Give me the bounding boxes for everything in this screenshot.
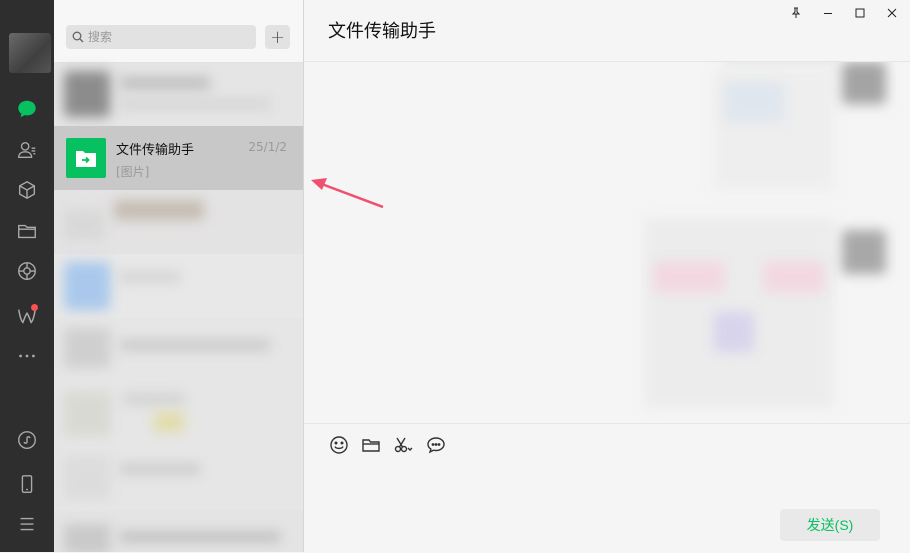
chat-list-panel: + 文件传输助手 25/1/2 [图片] bbox=[54, 0, 304, 552]
more-icon[interactable] bbox=[14, 343, 40, 369]
mini-program-icon[interactable] bbox=[14, 427, 40, 453]
notification-dot bbox=[31, 304, 38, 311]
chat-window: 文件传输助手 发送(S) bbox=[304, 0, 910, 553]
message-area[interactable] bbox=[304, 62, 910, 422]
search-bar: + bbox=[54, 0, 303, 63]
menu-icon[interactable] bbox=[14, 511, 40, 537]
list-item[interactable] bbox=[54, 510, 303, 552]
close-icon[interactable] bbox=[882, 4, 902, 22]
screenshot-icon[interactable] bbox=[392, 434, 414, 456]
contacts-icon[interactable] bbox=[14, 137, 40, 163]
weixin-icon[interactable] bbox=[14, 303, 40, 329]
sidebar bbox=[0, 0, 54, 552]
search-icon bbox=[72, 31, 84, 43]
chat-item-date: 25/1/2 bbox=[248, 140, 287, 154]
file-transfer-icon bbox=[66, 138, 106, 178]
list-item[interactable] bbox=[54, 190, 303, 254]
emoji-icon[interactable] bbox=[328, 434, 350, 456]
search-box[interactable] bbox=[66, 25, 256, 49]
add-button[interactable]: + bbox=[265, 25, 290, 49]
chat-history-icon[interactable] bbox=[425, 434, 447, 456]
chat-item-file-helper[interactable]: 文件传输助手 25/1/2 [图片] bbox=[54, 126, 303, 190]
chat-title: 文件传输助手 bbox=[328, 21, 436, 42]
list-item[interactable] bbox=[54, 446, 303, 510]
search-input[interactable] bbox=[88, 25, 248, 49]
phone-icon[interactable] bbox=[14, 471, 40, 497]
maximize-icon[interactable] bbox=[850, 4, 870, 22]
folder-icon[interactable] bbox=[360, 434, 382, 456]
files-icon[interactable] bbox=[14, 218, 40, 244]
favorites-icon[interactable] bbox=[14, 177, 40, 203]
list-item[interactable] bbox=[54, 63, 303, 127]
moments-icon[interactable] bbox=[14, 258, 40, 284]
input-area[interactable]: 发送(S) bbox=[304, 423, 910, 553]
list-item[interactable] bbox=[54, 254, 303, 318]
send-button[interactable]: 发送(S) bbox=[780, 509, 880, 541]
avatar[interactable] bbox=[9, 33, 51, 73]
list-item[interactable] bbox=[54, 382, 303, 446]
list-item[interactable] bbox=[54, 318, 303, 382]
pin-icon[interactable] bbox=[786, 4, 806, 22]
chat-item-name: 文件传输助手 bbox=[116, 143, 195, 158]
chat-header: 文件传输助手 bbox=[304, 0, 910, 62]
annotation-arrow bbox=[311, 178, 384, 209]
minimize-icon[interactable] bbox=[818, 4, 838, 22]
chat-icon[interactable] bbox=[14, 96, 40, 122]
chat-item-preview: [图片] bbox=[116, 165, 150, 179]
